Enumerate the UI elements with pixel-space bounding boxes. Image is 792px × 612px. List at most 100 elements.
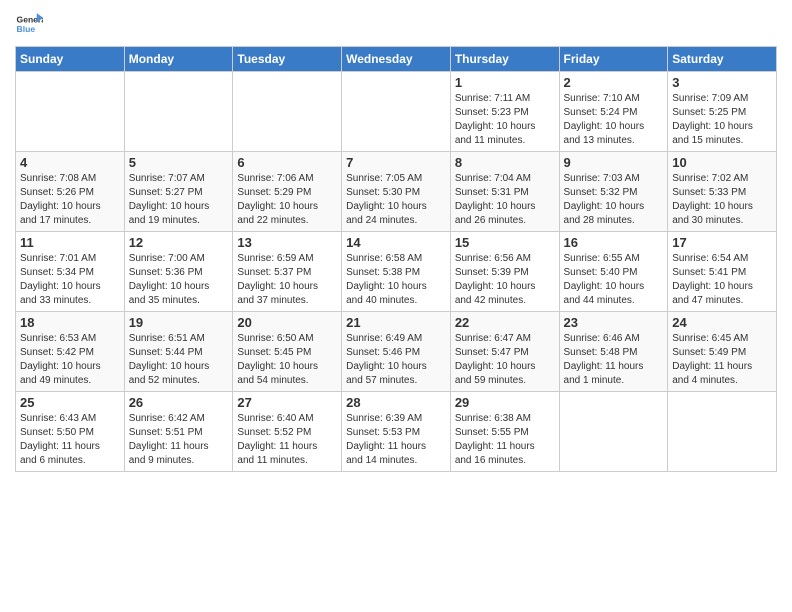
calendar-week-1: 1 Sunrise: 7:11 AM Sunset: 5:23 PM Daylig… xyxy=(16,72,777,152)
day-number: 16 xyxy=(564,235,664,250)
day-info: Sunrise: 7:07 AM Sunset: 5:27 PM Dayligh… xyxy=(129,172,229,228)
day-number: 26 xyxy=(129,395,229,410)
calendar-cell xyxy=(668,392,777,472)
col-header-wednesday: Wednesday xyxy=(342,47,451,72)
day-number: 3 xyxy=(672,75,772,90)
calendar-cell: 25Sunrise: 6:43 AM Sunset: 5:50 PM Dayli… xyxy=(16,392,125,472)
day-info: Sunrise: 7:10 AM Sunset: 5:24 PM Dayligh… xyxy=(564,92,664,148)
calendar-cell: 3 Sunrise: 7:09 AM Sunset: 5:25 PM Daylig… xyxy=(668,72,777,152)
day-number: 10 xyxy=(672,155,772,170)
col-header-tuesday: Tuesday xyxy=(233,47,342,72)
calendar-cell: 16 Sunrise: 6:55 AM Sunset: 5:40 PM Dayli… xyxy=(559,232,668,312)
day-info: Sunrise: 6:47 AM Sunset: 5:47 PM Dayligh… xyxy=(455,332,555,388)
day-info: Sunrise: 7:11 AM Sunset: 5:23 PM Dayligh… xyxy=(455,92,555,148)
day-info: Sunrise: 6:38 AM Sunset: 5:55 PM Dayligh… xyxy=(455,412,555,468)
calendar-cell: 14 Sunrise: 6:58 AM Sunset: 5:38 PM Dayli… xyxy=(342,232,451,312)
day-info: Sunrise: 6:51 AM Sunset: 5:44 PM Dayligh… xyxy=(129,332,229,388)
day-number: 15 xyxy=(455,235,555,250)
calendar-cell: 5 Sunrise: 7:07 AM Sunset: 5:27 PM Daylig… xyxy=(124,152,233,232)
day-info: Sunrise: 7:01 AM Sunset: 5:34 PM Dayligh… xyxy=(20,252,120,308)
calendar-cell xyxy=(124,72,233,152)
calendar-week-5: 25Sunrise: 6:43 AM Sunset: 5:50 PM Dayli… xyxy=(16,392,777,472)
day-number: 23 xyxy=(564,315,664,330)
day-number: 14 xyxy=(346,235,446,250)
day-info: Sunrise: 7:09 AM Sunset: 5:25 PM Dayligh… xyxy=(672,92,772,148)
calendar-cell: 13 Sunrise: 6:59 AM Sunset: 5:37 PM Dayli… xyxy=(233,232,342,312)
day-info: Sunrise: 7:05 AM Sunset: 5:30 PM Dayligh… xyxy=(346,172,446,228)
day-number: 18 xyxy=(20,315,120,330)
day-number: 29 xyxy=(455,395,555,410)
day-info: Sunrise: 6:45 AM Sunset: 5:49 PM Dayligh… xyxy=(672,332,772,388)
calendar-cell: 10 Sunrise: 7:02 AM Sunset: 5:33 PM Dayli… xyxy=(668,152,777,232)
logo: General Blue xyxy=(15,10,47,38)
day-info: Sunrise: 6:59 AM Sunset: 5:37 PM Dayligh… xyxy=(237,252,337,308)
day-number: 8 xyxy=(455,155,555,170)
day-number: 24 xyxy=(672,315,772,330)
calendar-cell: 11 Sunrise: 7:01 AM Sunset: 5:34 PM Dayli… xyxy=(16,232,125,312)
day-number: 7 xyxy=(346,155,446,170)
calendar-cell: 29 Sunrise: 6:38 AM Sunset: 5:55 PM Dayli… xyxy=(450,392,559,472)
calendar-cell: 6Sunrise: 7:06 AM Sunset: 5:29 PM Daylig… xyxy=(233,152,342,232)
calendar-cell: 15 Sunrise: 6:56 AM Sunset: 5:39 PM Dayli… xyxy=(450,232,559,312)
day-number: 4 xyxy=(20,155,120,170)
calendar-cell: 28 Sunrise: 6:39 AM Sunset: 5:53 PM Dayli… xyxy=(342,392,451,472)
calendar-cell: 21 Sunrise: 6:49 AM Sunset: 5:46 PM Dayli… xyxy=(342,312,451,392)
calendar-week-4: 18 Sunrise: 6:53 AM Sunset: 5:42 PM Dayli… xyxy=(16,312,777,392)
day-number: 12 xyxy=(129,235,229,250)
day-number: 25 xyxy=(20,395,120,410)
day-info: Sunrise: 6:55 AM Sunset: 5:40 PM Dayligh… xyxy=(564,252,664,308)
col-header-saturday: Saturday xyxy=(668,47,777,72)
calendar-cell: 1 Sunrise: 7:11 AM Sunset: 5:23 PM Daylig… xyxy=(450,72,559,152)
calendar-week-3: 11 Sunrise: 7:01 AM Sunset: 5:34 PM Dayli… xyxy=(16,232,777,312)
day-info: Sunrise: 6:54 AM Sunset: 5:41 PM Dayligh… xyxy=(672,252,772,308)
day-info: Sunrise: 6:50 AM Sunset: 5:45 PM Dayligh… xyxy=(237,332,337,388)
col-header-thursday: Thursday xyxy=(450,47,559,72)
calendar-cell xyxy=(342,72,451,152)
calendar-cell: 12 Sunrise: 7:00 AM Sunset: 5:36 PM Dayli… xyxy=(124,232,233,312)
day-number: 11 xyxy=(20,235,120,250)
day-number: 21 xyxy=(346,315,446,330)
day-number: 13 xyxy=(237,235,337,250)
day-info: Sunrise: 6:39 AM Sunset: 5:53 PM Dayligh… xyxy=(346,412,446,468)
day-info: Sunrise: 7:00 AM Sunset: 5:36 PM Dayligh… xyxy=(129,252,229,308)
day-info: Sunrise: 7:08 AM Sunset: 5:26 PM Dayligh… xyxy=(20,172,120,228)
calendar-cell: 24 Sunrise: 6:45 AM Sunset: 5:49 PM Dayli… xyxy=(668,312,777,392)
calendar-cell xyxy=(233,72,342,152)
col-header-monday: Monday xyxy=(124,47,233,72)
calendar-header-row: SundayMondayTuesdayWednesdayThursdayFrid… xyxy=(16,47,777,72)
day-info: Sunrise: 6:58 AM Sunset: 5:38 PM Dayligh… xyxy=(346,252,446,308)
col-header-friday: Friday xyxy=(559,47,668,72)
day-info: Sunrise: 6:46 AM Sunset: 5:48 PM Dayligh… xyxy=(564,332,664,388)
day-number: 28 xyxy=(346,395,446,410)
calendar-cell: 17 Sunrise: 6:54 AM Sunset: 5:41 PM Dayli… xyxy=(668,232,777,312)
day-number: 19 xyxy=(129,315,229,330)
day-info: Sunrise: 6:49 AM Sunset: 5:46 PM Dayligh… xyxy=(346,332,446,388)
logo-icon: General Blue xyxy=(15,10,43,38)
calendar-cell: 20 Sunrise: 6:50 AM Sunset: 5:45 PM Dayli… xyxy=(233,312,342,392)
calendar-cell: 18 Sunrise: 6:53 AM Sunset: 5:42 PM Dayli… xyxy=(16,312,125,392)
day-info: Sunrise: 6:42 AM Sunset: 5:51 PM Dayligh… xyxy=(129,412,229,468)
day-info: Sunrise: 6:53 AM Sunset: 5:42 PM Dayligh… xyxy=(20,332,120,388)
calendar-cell: 27Sunrise: 6:40 AM Sunset: 5:52 PM Dayli… xyxy=(233,392,342,472)
calendar-cell: 22 Sunrise: 6:47 AM Sunset: 5:47 PM Dayli… xyxy=(450,312,559,392)
day-info: Sunrise: 7:06 AM Sunset: 5:29 PM Dayligh… xyxy=(237,172,337,228)
day-info: Sunrise: 6:56 AM Sunset: 5:39 PM Dayligh… xyxy=(455,252,555,308)
calendar-cell xyxy=(559,392,668,472)
page-header: General Blue xyxy=(15,10,777,38)
calendar-cell: 7 Sunrise: 7:05 AM Sunset: 5:30 PM Daylig… xyxy=(342,152,451,232)
calendar-cell: 4 Sunrise: 7:08 AM Sunset: 5:26 PM Daylig… xyxy=(16,152,125,232)
day-info: Sunrise: 7:02 AM Sunset: 5:33 PM Dayligh… xyxy=(672,172,772,228)
day-number: 1 xyxy=(455,75,555,90)
day-number: 22 xyxy=(455,315,555,330)
day-info: Sunrise: 7:03 AM Sunset: 5:32 PM Dayligh… xyxy=(564,172,664,228)
calendar-cell xyxy=(16,72,125,152)
day-number: 17 xyxy=(672,235,772,250)
calendar-cell: 8 Sunrise: 7:04 AM Sunset: 5:31 PM Daylig… xyxy=(450,152,559,232)
day-info: Sunrise: 7:04 AM Sunset: 5:31 PM Dayligh… xyxy=(455,172,555,228)
calendar-cell: 2 Sunrise: 7:10 AM Sunset: 5:24 PM Daylig… xyxy=(559,72,668,152)
day-number: 2 xyxy=(564,75,664,90)
col-header-sunday: Sunday xyxy=(16,47,125,72)
day-number: 20 xyxy=(237,315,337,330)
day-number: 5 xyxy=(129,155,229,170)
calendar-week-2: 4 Sunrise: 7:08 AM Sunset: 5:26 PM Daylig… xyxy=(16,152,777,232)
